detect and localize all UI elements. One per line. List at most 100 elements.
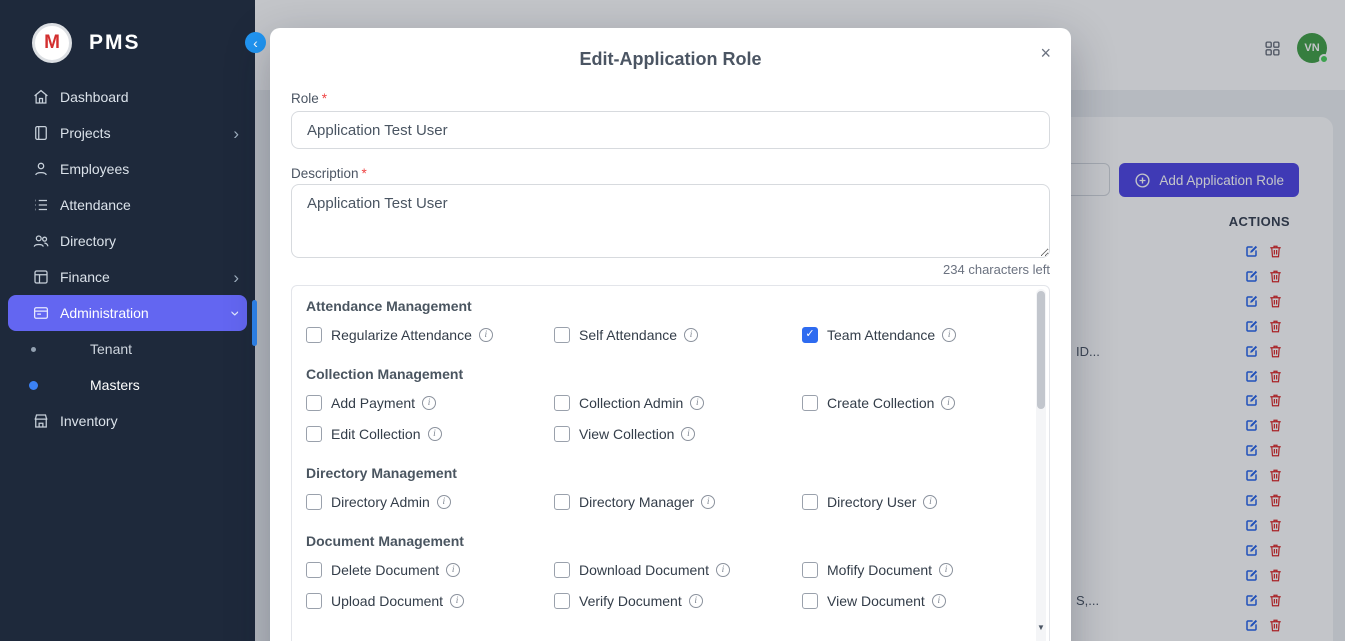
permission-self-attendance[interactable]: Self Attendance i bbox=[554, 319, 802, 350]
sidebar-item-administration[interactable]: Administration› bbox=[8, 295, 247, 331]
checkbox-unchecked[interactable] bbox=[554, 562, 570, 578]
sidebar-subitem-masters[interactable]: Masters bbox=[0, 367, 255, 403]
permission-mofify-document[interactable]: Mofify Document i bbox=[802, 554, 1050, 585]
scrollbar-track[interactable]: ▼ bbox=[1036, 289, 1046, 641]
sidebar-subitem-label: Tenant bbox=[90, 341, 132, 357]
permission-label: View Collection bbox=[579, 426, 674, 442]
checkbox-unchecked[interactable] bbox=[802, 395, 818, 411]
info-icon[interactable]: i bbox=[684, 328, 698, 342]
sidebar-subitem-tenant[interactable]: Tenant bbox=[0, 331, 255, 367]
permission-label: Mofify Document bbox=[827, 562, 932, 578]
info-icon[interactable]: i bbox=[941, 396, 955, 410]
permission-upload-document[interactable]: Upload Document i bbox=[306, 585, 554, 616]
permission-label: Regularize Attendance bbox=[331, 327, 472, 343]
info-icon[interactable]: i bbox=[450, 594, 464, 608]
permission-label: Team Attendance bbox=[827, 327, 935, 343]
info-icon[interactable]: i bbox=[681, 427, 695, 441]
info-icon[interactable]: i bbox=[428, 427, 442, 441]
characters-left-counter: 234 characters left bbox=[291, 262, 1050, 277]
chevron-left-icon: ‹ bbox=[253, 35, 258, 51]
info-icon[interactable]: i bbox=[422, 396, 436, 410]
sidebar-item-label: Employees bbox=[60, 162, 129, 176]
info-icon[interactable]: i bbox=[689, 594, 703, 608]
app-root: M PMS DashboardProjects›EmployeesAttenda… bbox=[0, 0, 1345, 641]
info-icon[interactable]: i bbox=[716, 563, 730, 577]
checkbox-checked[interactable]: ✓ bbox=[802, 327, 818, 343]
permission-regularize-attendance[interactable]: Regularize Attendance i bbox=[306, 319, 554, 350]
sidebar-item-attendance[interactable]: Attendance bbox=[0, 187, 255, 223]
info-icon[interactable]: i bbox=[923, 495, 937, 509]
permission-create-collection[interactable]: Create Collectioni bbox=[802, 387, 1050, 418]
checkbox-unchecked[interactable] bbox=[306, 426, 322, 442]
permission-directory-admin[interactable]: Directory Admini bbox=[306, 486, 554, 517]
role-input[interactable] bbox=[291, 111, 1050, 149]
checkbox-unchecked[interactable] bbox=[306, 593, 322, 609]
info-icon[interactable]: i bbox=[701, 495, 715, 509]
checkbox-unchecked[interactable] bbox=[554, 494, 570, 510]
sidebar-item-label: Finance bbox=[60, 270, 110, 284]
permission-section-title: Document Management bbox=[306, 533, 1023, 549]
checkbox-unchecked[interactable] bbox=[554, 395, 570, 411]
sidebar-nav: DashboardProjects› Employees Attendance Dir… bbox=[0, 79, 255, 439]
sidebar-item-projects[interactable]: Projects› bbox=[0, 115, 255, 151]
info-icon[interactable]: i bbox=[942, 328, 956, 342]
checkbox-unchecked[interactable] bbox=[802, 494, 818, 510]
close-icon[interactable]: × bbox=[1036, 40, 1055, 66]
info-icon[interactable]: i bbox=[437, 495, 451, 509]
info-icon[interactable]: i bbox=[479, 328, 493, 342]
permission-verify-document[interactable]: Verify Documenti bbox=[554, 585, 802, 616]
home-icon bbox=[32, 88, 50, 106]
permission-label: Self Attendance bbox=[579, 327, 677, 343]
info-icon[interactable]: i bbox=[939, 563, 953, 577]
sidebar-item-finance[interactable]: Finance › bbox=[0, 259, 255, 295]
checkbox-unchecked[interactable] bbox=[306, 562, 322, 578]
permission-section-title: Collection Management bbox=[306, 366, 1023, 382]
permission-collection-admin[interactable]: Collection Admini bbox=[554, 387, 802, 418]
checkbox-unchecked[interactable] bbox=[802, 562, 818, 578]
permission-download-document[interactable]: Download Document i bbox=[554, 554, 802, 585]
permission-view-collection[interactable]: View Collection i bbox=[554, 418, 802, 449]
info-icon[interactable]: i bbox=[932, 594, 946, 608]
permission-edit-collection[interactable]: Edit Collection i bbox=[306, 418, 554, 449]
info-icon[interactable]: i bbox=[446, 563, 460, 577]
sidebar-item-dashboard[interactable]: Dashboard bbox=[0, 79, 255, 115]
modal-title: Edit-Application Role bbox=[291, 48, 1050, 70]
sidebar-item-inventory[interactable]: Inventory bbox=[0, 403, 255, 439]
permission-directory-user[interactable]: Directory Useri bbox=[802, 486, 1050, 517]
sidebar-collapse-button[interactable]: ‹ bbox=[245, 32, 266, 53]
checkbox-unchecked[interactable] bbox=[306, 327, 322, 343]
checkbox-unchecked[interactable] bbox=[554, 327, 570, 343]
permission-delete-document[interactable]: Delete Documenti bbox=[306, 554, 554, 585]
permission-grid: Regularize Attendance i Self Attendance i ✓ T… bbox=[306, 319, 1023, 350]
permission-add-payment[interactable]: Add Paymenti bbox=[306, 387, 554, 418]
checkbox-unchecked[interactable] bbox=[306, 395, 322, 411]
sidebar-item-label: Administration bbox=[60, 306, 149, 320]
sidebar-item-employees[interactable]: Employees bbox=[0, 151, 255, 187]
permission-label: Edit Collection bbox=[331, 426, 421, 442]
checkbox-unchecked[interactable] bbox=[306, 494, 322, 510]
sidebar-item-label: Directory bbox=[60, 234, 116, 248]
sidebar-item-directory[interactable]: Directory bbox=[0, 223, 255, 259]
finance-icon bbox=[32, 268, 50, 286]
bullet-icon bbox=[31, 347, 36, 352]
info-icon[interactable]: i bbox=[690, 396, 704, 410]
permission-label: Download Document bbox=[579, 562, 709, 578]
checkbox-unchecked[interactable] bbox=[554, 593, 570, 609]
permission-label: Upload Document bbox=[331, 593, 443, 609]
scrollbar-thumb[interactable] bbox=[1037, 291, 1045, 409]
active-route-indicator bbox=[252, 300, 257, 346]
permission-grid: Directory AdminiDirectory ManageriDirect… bbox=[306, 486, 1023, 517]
description-label: Description* bbox=[291, 166, 1050, 182]
chevron-right-icon: › bbox=[233, 125, 239, 142]
permission-view-document[interactable]: View Documenti bbox=[802, 585, 1050, 616]
checkbox-unchecked[interactable] bbox=[802, 593, 818, 609]
checkbox-unchecked[interactable] bbox=[554, 426, 570, 442]
permission-directory-manager[interactable]: Directory Manageri bbox=[554, 486, 802, 517]
permission-team-attendance[interactable]: ✓ Team Attendance i bbox=[802, 319, 1050, 350]
description-textarea[interactable]: Application Test User bbox=[291, 184, 1050, 258]
permission-section-title: Attendance Management bbox=[306, 298, 1023, 314]
store-icon bbox=[32, 412, 50, 430]
scroll-down-arrow-icon[interactable]: ▼ bbox=[1036, 623, 1046, 632]
sidebar-subitem-label: Masters bbox=[90, 377, 140, 393]
chevron-right-icon: › bbox=[233, 269, 239, 286]
